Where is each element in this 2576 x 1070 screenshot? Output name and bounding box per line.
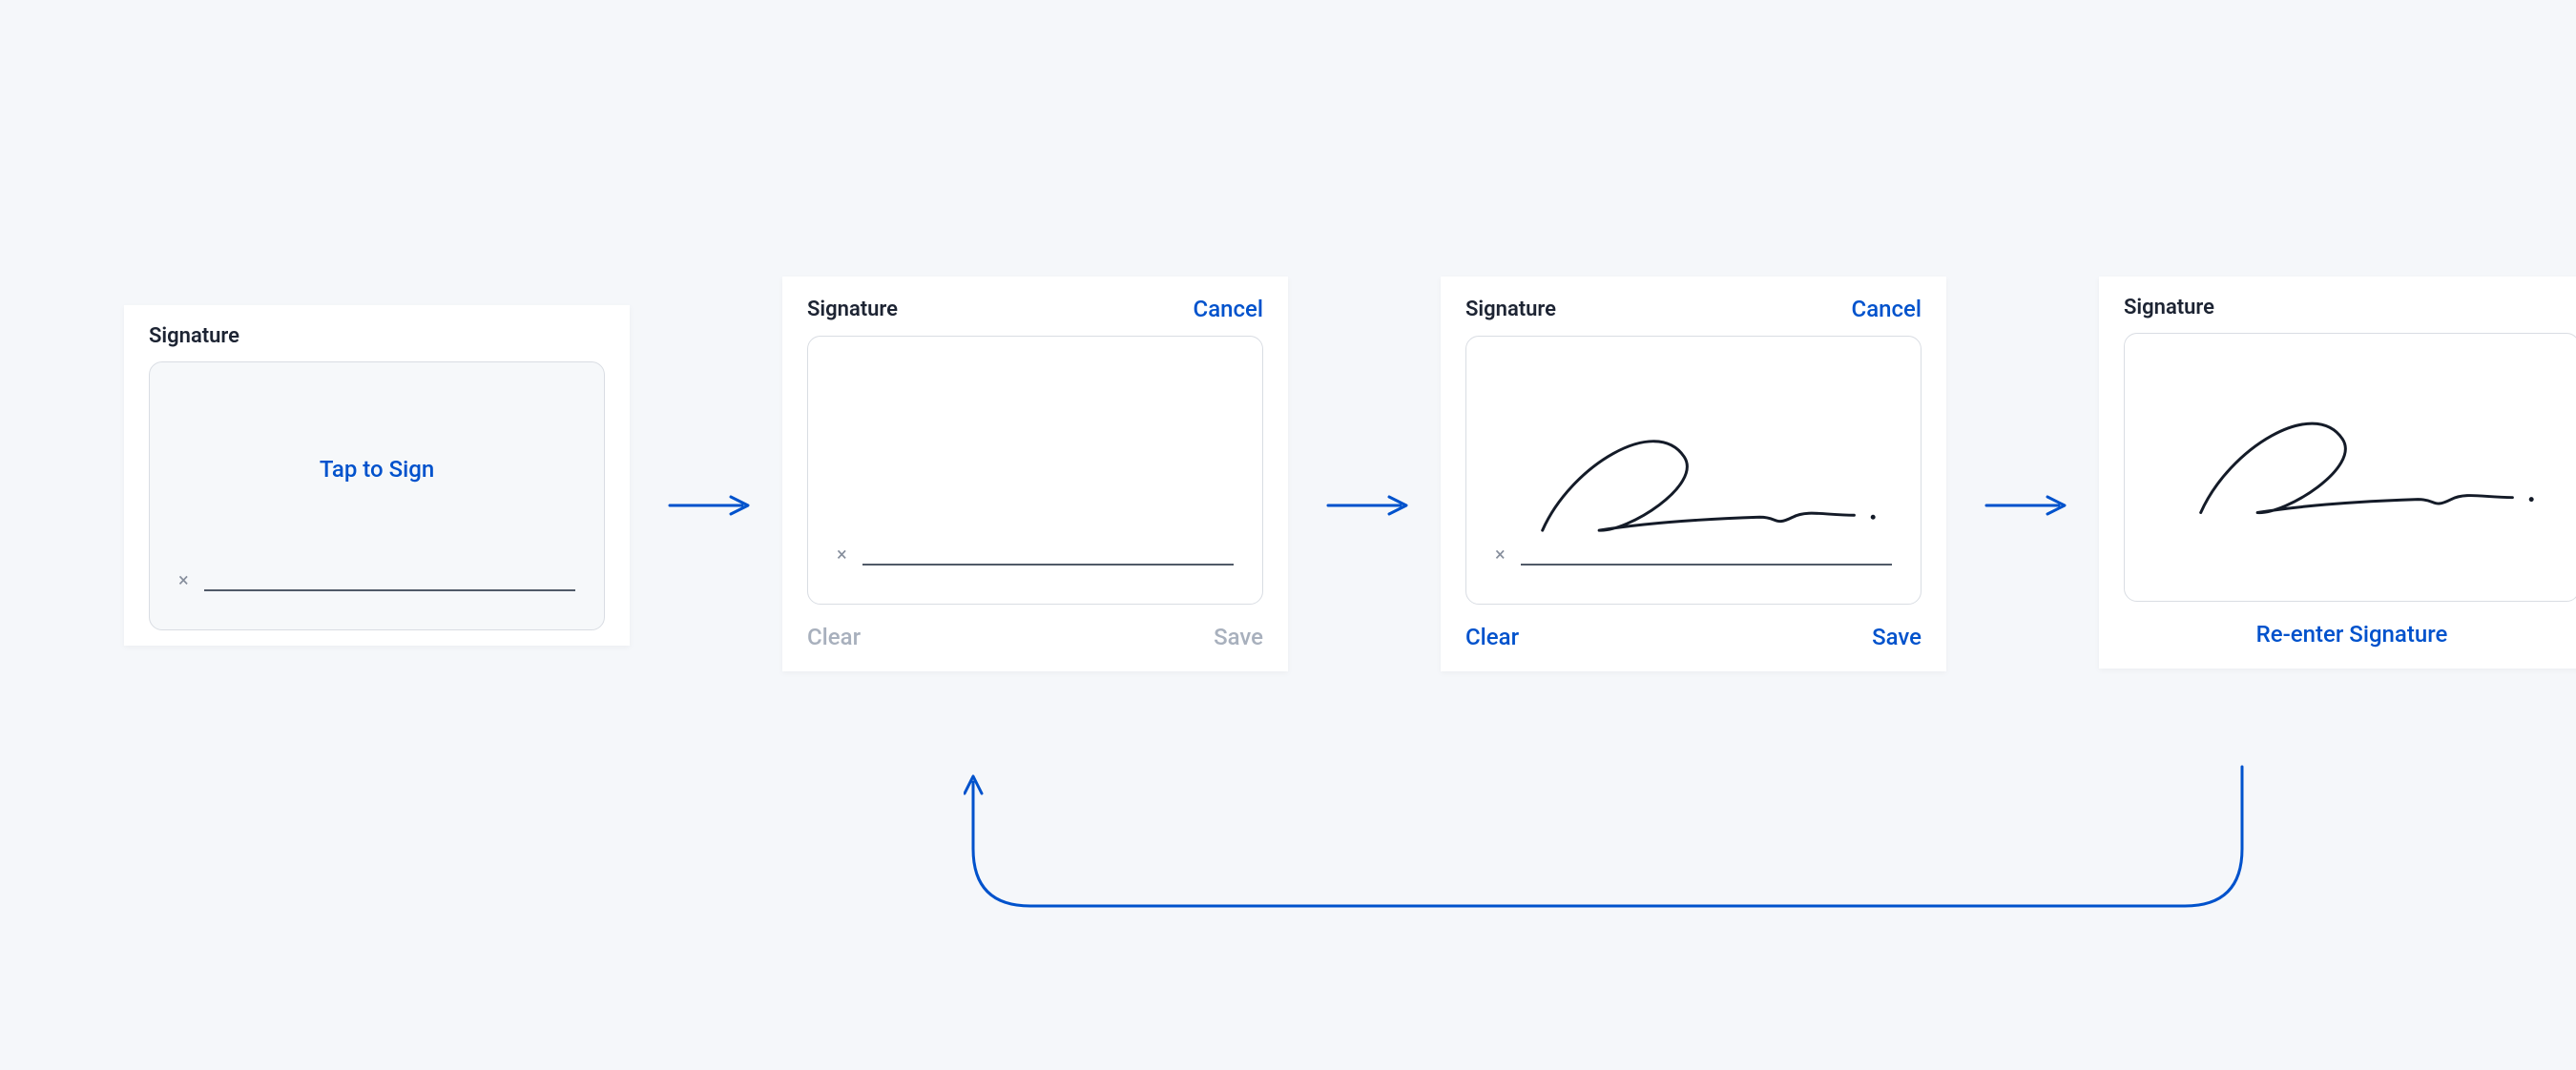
flow-arrow-3 xyxy=(1984,494,2070,517)
card-header: Signature xyxy=(124,305,630,361)
card-title: Signature xyxy=(807,298,898,321)
card-header: Signature Cancel xyxy=(782,277,1288,336)
card-header: Signature xyxy=(2099,277,2576,333)
signature-drawing-area[interactable]: × xyxy=(807,336,1263,605)
flow-arrow-loopback xyxy=(964,763,2252,954)
card-footer: Re-enter Signature xyxy=(2099,617,2576,669)
signature-underline xyxy=(204,589,575,591)
signature-stroke xyxy=(2172,410,2550,525)
signature-card-signed: Signature Cancel × Clear Save xyxy=(1441,277,1946,671)
x-icon: × xyxy=(837,545,847,566)
tap-to-sign-area[interactable]: Tap to Sign × xyxy=(149,361,605,630)
signature-card-empty-pad: Signature Cancel × Clear Save xyxy=(782,277,1288,671)
save-button-disabled: Save xyxy=(1214,624,1263,650)
cancel-button[interactable]: Cancel xyxy=(1194,296,1263,322)
card-title: Signature xyxy=(1465,298,1556,321)
reenter-signature-button[interactable]: Re-enter Signature xyxy=(2256,621,2448,648)
signature-baseline: × xyxy=(178,570,575,591)
card-footer: Clear Save xyxy=(782,620,1288,671)
signature-card-saved: Signature Re-enter Signature xyxy=(2099,277,2576,669)
signature-card-idle: Signature Tap to Sign × xyxy=(124,305,630,646)
x-icon: × xyxy=(1495,545,1506,566)
signature-baseline: × xyxy=(1495,545,1892,566)
signature-drawing-area[interactable]: × xyxy=(1465,336,1922,605)
signature-underline xyxy=(862,564,1234,566)
flow-arrow-2 xyxy=(1326,494,1412,517)
cancel-button[interactable]: Cancel xyxy=(1852,296,1922,322)
clear-button-disabled: Clear xyxy=(807,624,861,650)
tap-to-sign-label: Tap to Sign xyxy=(150,456,604,483)
card-title: Signature xyxy=(2124,296,2214,319)
signature-underline xyxy=(1521,564,1892,566)
signature-baseline: × xyxy=(837,545,1234,566)
flow-arrow-1 xyxy=(668,494,754,517)
signature-display xyxy=(2124,333,2576,602)
card-title: Signature xyxy=(149,324,239,348)
card-footer: Clear Save xyxy=(1441,620,1946,671)
clear-button[interactable]: Clear xyxy=(1465,624,1519,650)
card-header: Signature Cancel xyxy=(1441,277,1946,336)
signature-stroke xyxy=(1514,427,1892,542)
x-icon: × xyxy=(178,570,189,591)
save-button[interactable]: Save xyxy=(1872,624,1922,650)
